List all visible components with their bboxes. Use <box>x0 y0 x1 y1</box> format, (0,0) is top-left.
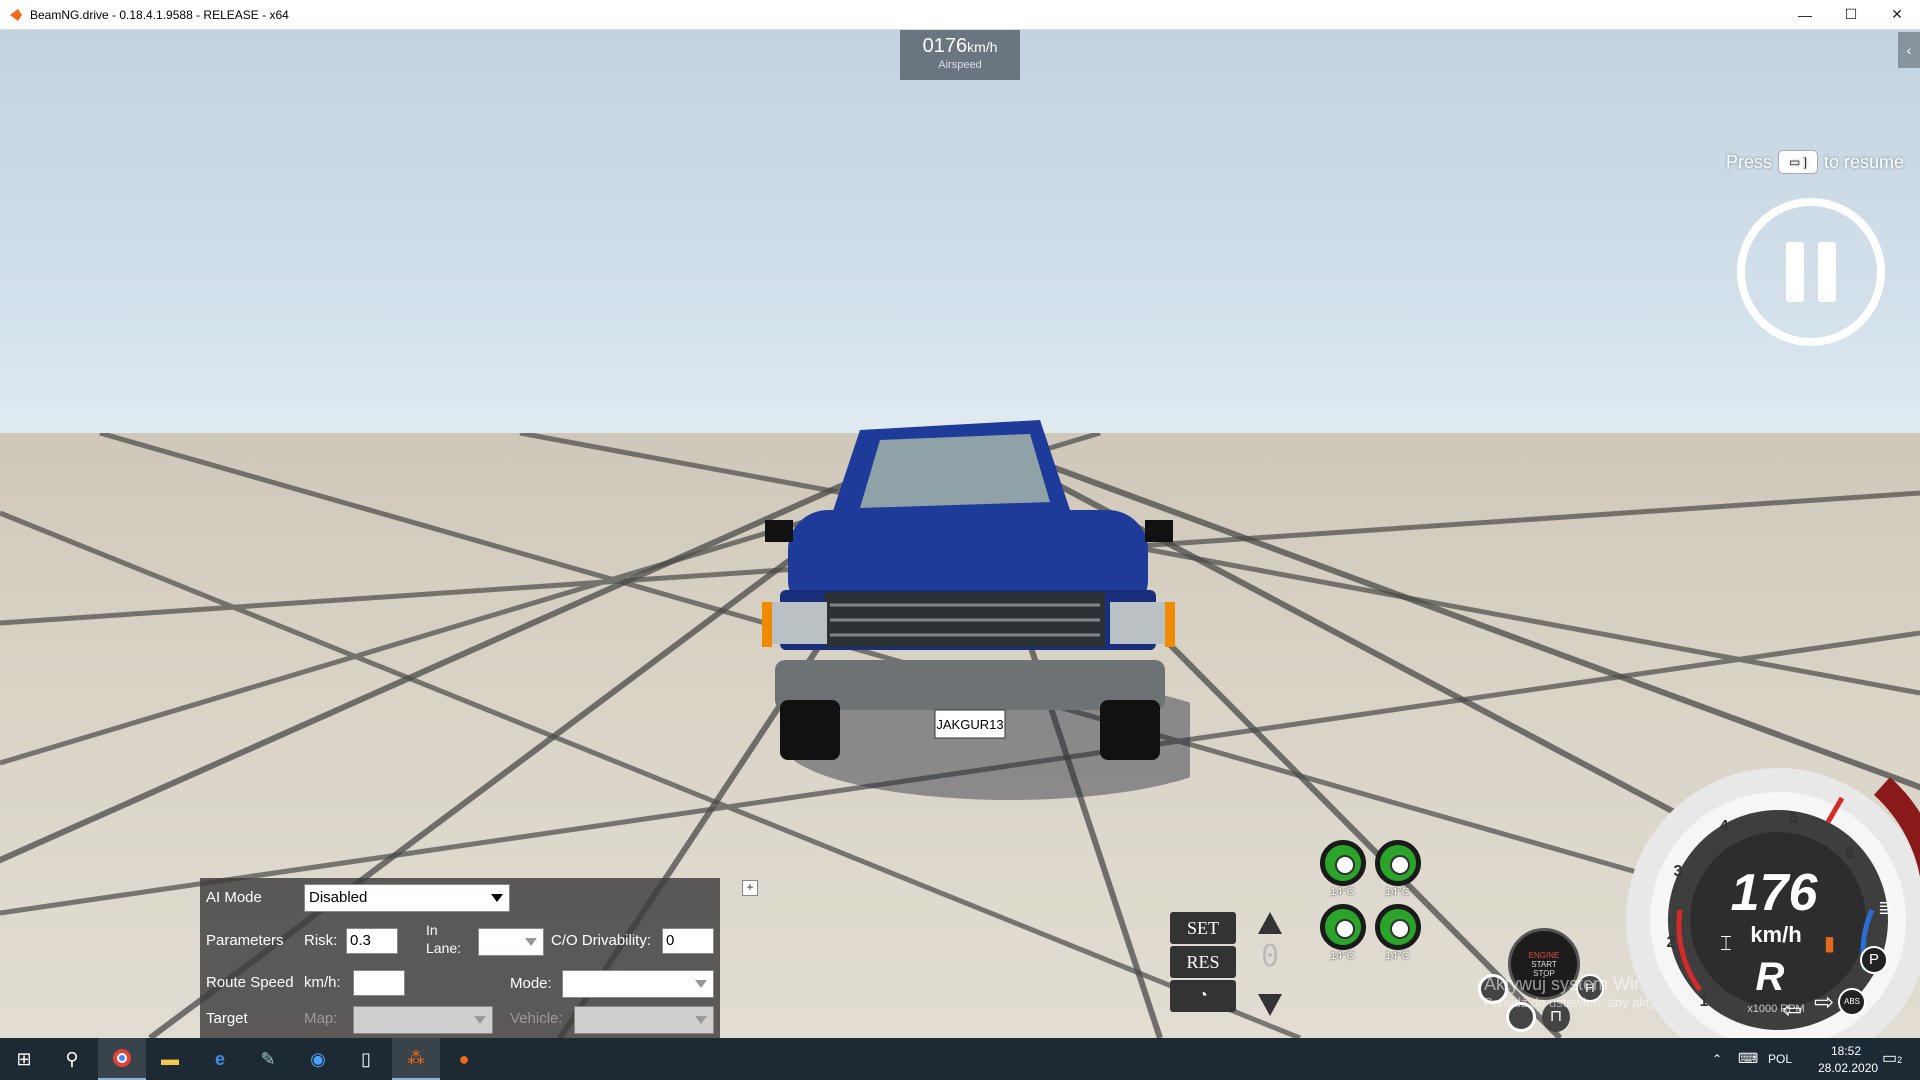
airspeed-widget: 0176km/h Airspeed <box>900 30 1020 80</box>
windows-taskbar: ⊞ ⚲ ▬ e ✎ ◉ ▯ ⁂ ● ⌃ ⌨ POL 18:52 28.02.20… <box>0 1038 1920 1080</box>
route-speed-label: Route Speed <box>206 974 294 991</box>
language-indicator[interactable]: POL <box>1768 1052 1792 1066</box>
pause-icon[interactable] <box>1737 198 1885 346</box>
minimize-button[interactable]: — <box>1782 0 1828 30</box>
cruise-speed-digit: 0 <box>1260 939 1280 974</box>
resume-press-label: Press <box>1725 151 1772 172</box>
abs-icon: ABS <box>1838 988 1866 1016</box>
tyre-rear-right-icon <box>1375 904 1421 950</box>
window-titlebar: BeamNG.drive - 0.18.4.1.9588 - RELEASE -… <box>0 0 1920 30</box>
chevron-down-icon <box>695 1016 707 1024</box>
parking-brake-icon: P <box>1860 946 1888 974</box>
airspeed-unit: km/h <box>967 39 998 55</box>
rpm-tick-1: 1 <box>1700 993 1709 1010</box>
vehicle-select[interactable] <box>574 1006 714 1034</box>
mode-label: Mode: <box>510 975 552 992</box>
keyboard-key-icon: ▭ ] <box>1777 150 1818 174</box>
chevron-down-icon <box>491 894 503 902</box>
edge-icon[interactable]: e <box>196 1038 244 1080</box>
license-plate: JAKGUR13 <box>936 717 1003 732</box>
engine-line1: ENGINE <box>1528 951 1560 960</box>
speed-value: 176 <box>1731 864 1819 922</box>
close-button[interactable]: ✕ <box>1874 0 1920 30</box>
in-lane-label-2: Lane: <box>426 940 462 956</box>
vehicle-label: Vehicle: <box>510 1010 563 1027</box>
tyre-temp-rl: 14°C <box>1330 950 1355 962</box>
mode-select[interactable] <box>562 970 714 998</box>
dashboard-gauge: 1 2 3 4 5 6 176 km/h R x1000 RPM ⌶ ▮ <box>1626 768 1920 1038</box>
rpm-tick-5: 5 <box>1790 810 1799 827</box>
clock[interactable]: 18:52 28.02.2020 <box>1818 1044 1879 1075</box>
airspeed-label: Airspeed <box>938 59 982 71</box>
risk-label: Risk: <box>304 932 338 949</box>
tyre-temp-fr: 14°C <box>1385 886 1410 898</box>
keyboard-icon[interactable]: ⌨ <box>1738 1050 1758 1067</box>
headlight-icon: ≣ <box>1878 898 1894 918</box>
map-label: Map: <box>304 1010 338 1027</box>
target-label: Target <box>206 1010 248 1027</box>
risk-input[interactable]: 0.3 <box>346 928 398 954</box>
speedometer-icon[interactable]: ◔ <box>1170 980 1236 1012</box>
app-icon[interactable]: ◉ <box>294 1038 342 1080</box>
tyre-temp-fl: 14°C <box>1330 886 1355 898</box>
window-title: BeamNG.drive - 0.18.4.1.9588 - RELEASE -… <box>30 7 289 22</box>
tyre-temp-rr: 14°C <box>1385 950 1410 962</box>
game-viewport[interactable]: JAKGUR13 0176km/h Airspeed ‹ Press ▭ ] t… <box>0 30 1920 1038</box>
airspeed-value: 0176 <box>922 35 968 57</box>
chevron-down-icon <box>525 938 537 946</box>
kmh-label: km/h: <box>304 974 341 991</box>
parameters-label: Parameters <box>206 932 284 949</box>
chevron-down-icon <box>695 980 707 988</box>
route-speed-input[interactable] <box>353 970 405 996</box>
speed-unit: km/h <box>1750 922 1801 947</box>
maximize-button[interactable]: ☐ <box>1828 0 1874 30</box>
chevron-up-icon[interactable]: ⌃ <box>1712 1052 1722 1066</box>
beamng-logo-icon <box>10 8 22 21</box>
beamng-taskbar-icon[interactable]: ⁂ <box>392 1038 440 1080</box>
cruise-res-button[interactable]: RES <box>1170 946 1236 978</box>
in-lane-label-1: In <box>426 922 438 938</box>
ai-control-panel: AI Mode Disabled Parameters Risk: 0.3 In… <box>200 878 720 1038</box>
resume-hint: Press ▭ ] to resume <box>1726 150 1904 174</box>
windows-start-icon[interactable]: ⊞ <box>0 1038 48 1080</box>
side-panel-toggle[interactable]: ‹ <box>1898 32 1920 68</box>
ai-mode-label: AI Mode <box>206 889 262 906</box>
document-icon[interactable]: ▯ <box>342 1038 390 1080</box>
tyre-rear-left-icon <box>1320 904 1366 950</box>
search-icon[interactable]: ⚲ <box>48 1038 96 1080</box>
map-select[interactable] <box>353 1006 493 1034</box>
gear-indicator: R <box>1756 955 1785 999</box>
coolant-temp-icon: ⌶ <box>1720 933 1732 955</box>
rpm-tick-3: 3 <box>1674 863 1683 880</box>
tyre-front-left-icon <box>1320 840 1366 886</box>
drivability-label: C/O Drivability: <box>551 932 652 949</box>
rpm-tick-2: 2 <box>1667 934 1676 951</box>
origin-icon[interactable]: ● <box>440 1038 488 1080</box>
turn-right-icon[interactable]: ⇨ <box>1814 988 1834 1017</box>
file-explorer-icon[interactable]: ▬ <box>146 1038 194 1080</box>
clock-time: 18:52 <box>1830 1044 1862 1058</box>
chevron-down-icon <box>474 1016 486 1024</box>
paint-icon[interactable]: ✎ <box>244 1038 292 1080</box>
engine-line2: START <box>1531 960 1557 969</box>
cruise-set-button[interactable]: SET <box>1170 912 1236 944</box>
resume-suffix-label: to resume <box>1823 151 1904 172</box>
fuel-icon: ▮ <box>1824 933 1835 955</box>
speed-down-icon[interactable] <box>1258 994 1282 1016</box>
in-lane-select[interactable] <box>478 928 544 956</box>
drivability-input[interactable]: 0 <box>662 928 714 954</box>
notification-count: 2 <box>1897 1055 1903 1065</box>
rpm-tick-6: 6 <box>1846 845 1855 862</box>
clock-date: 28.02.2020 <box>1818 1061 1879 1075</box>
turn-left-icon[interactable]: ⇦ <box>1782 996 1802 1025</box>
ai-mode-value: Disabled <box>309 889 368 906</box>
rpm-tick-4: 4 <box>1720 818 1729 835</box>
ai-mode-select[interactable]: Disabled <box>304 884 510 912</box>
chrome-icon[interactable] <box>98 1038 146 1080</box>
expand-panel-button[interactable]: + <box>742 880 758 896</box>
tyre-front-right-icon <box>1375 840 1421 886</box>
notifications-icon[interactable]: ▭2 <box>1882 1048 1902 1068</box>
pickup-truck: JAKGUR13 <box>762 420 1190 800</box>
speed-up-icon[interactable] <box>1258 912 1282 934</box>
